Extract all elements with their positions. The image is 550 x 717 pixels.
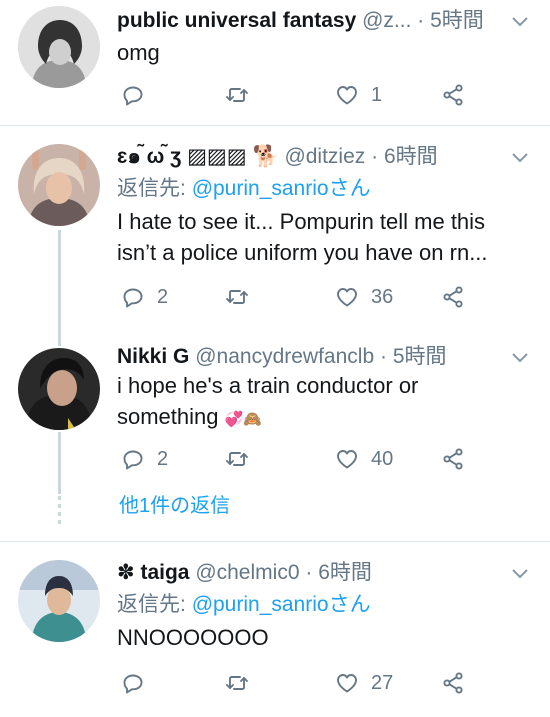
tweet-header: public universal fantasy @z... · 5時間 <box>117 6 500 36</box>
display-name[interactable]: ɛ๑ ̃ω ̃ʒ ▨▨▨ <box>117 145 247 168</box>
user-handle[interactable]: @ditziez <box>284 145 365 168</box>
separator: · <box>305 561 313 584</box>
action-bar: 27 <box>117 668 477 698</box>
share-icon <box>441 447 465 471</box>
reply-prefix: 返信先: <box>117 593 186 616</box>
avatar[interactable] <box>18 348 100 430</box>
user-handle[interactable]: @z... <box>362 9 411 32</box>
share-button[interactable] <box>441 282 465 312</box>
user-handle[interactable]: @chelmic0 <box>195 561 299 584</box>
like-icon <box>335 285 359 309</box>
retweet-button[interactable] <box>225 668 261 698</box>
timestamp[interactable]: 5時間 <box>393 345 447 368</box>
separator: · <box>417 9 425 32</box>
more-replies-link[interactable]: 他1件の返信 <box>119 492 230 520</box>
caret-down-icon[interactable] <box>512 566 528 582</box>
retweet-button[interactable] <box>225 444 261 474</box>
like-count: 27 <box>371 671 394 694</box>
name-flower: ✽ <box>117 561 135 584</box>
separator: · <box>371 145 379 168</box>
reply-count: 2 <box>157 447 169 470</box>
tweet-header: ɛ๑ ̃ω ̃ʒ ▨▨▨ 🐕 @ditziez · 6時間 <box>117 142 500 172</box>
separator: · <box>379 345 387 368</box>
caret-down-icon[interactable] <box>512 350 528 366</box>
like-count: 40 <box>371 447 394 470</box>
like-button[interactable]: 27 <box>335 668 393 698</box>
tweet-text: I hate to see it... Pompurin tell me thi… <box>117 209 488 265</box>
caret-down-icon[interactable] <box>512 14 528 30</box>
retweet-icon <box>225 285 249 309</box>
retweet-icon <box>225 83 249 107</box>
reply-context: 返信先: @purin_sanrioさん <box>117 590 371 620</box>
tweet-4[interactable]: ✽ taiga @chelmic0 · 6時間 返信先: @purin_sanr… <box>0 542 550 717</box>
timestamp[interactable]: 6時間 <box>318 561 372 584</box>
avatar[interactable] <box>18 6 100 88</box>
reply-icon <box>121 285 145 309</box>
avatar[interactable] <box>18 144 100 226</box>
reply-context: 返信先: @purin_sanrioさん <box>117 174 371 204</box>
thread-line <box>58 230 61 334</box>
thread-dots <box>58 496 61 524</box>
reply-button[interactable]: 2 <box>121 444 168 474</box>
timestamp[interactable]: 6時間 <box>384 145 438 168</box>
avatar-image <box>18 6 100 88</box>
reply-icon <box>121 83 145 107</box>
share-icon <box>441 671 465 695</box>
tweet-3[interactable]: Nikki G @nancydrewfanclb · 5時間 i hope he… <box>0 334 550 540</box>
avatar[interactable] <box>18 560 100 642</box>
action-bar: 2 40 <box>117 444 477 474</box>
tweet-text-body: i hope he's a train conductor or somethi… <box>117 373 419 429</box>
reply-button[interactable] <box>121 668 157 698</box>
action-bar: 2 36 <box>117 282 477 312</box>
tweet-text: i hope he's a train conductor or somethi… <box>117 370 510 435</box>
like-button[interactable]: 1 <box>335 80 382 110</box>
timestamp[interactable]: 5時間 <box>430 9 484 32</box>
share-button[interactable] <box>441 80 465 110</box>
action-bar: 1 <box>117 80 477 110</box>
tweet-emoji: 💞🙈 <box>224 411 262 428</box>
tweet-2[interactable]: ɛ๑ ̃ω ̃ʒ ▨▨▨ 🐕 @ditziez · 6時間 返信先: @puri… <box>0 126 550 334</box>
reply-button[interactable] <box>121 80 157 110</box>
avatar-image <box>18 560 100 642</box>
like-count: 36 <box>371 285 394 308</box>
reply-count: 2 <box>157 285 169 308</box>
share-button[interactable] <box>441 668 465 698</box>
tweet-header: ✽ taiga @chelmic0 · 6時間 <box>117 558 500 588</box>
tweet-text: NNOOOOOOO <box>117 625 269 650</box>
display-name[interactable]: Nikki G <box>117 345 189 368</box>
tweet-header: Nikki G @nancydrewfanclb · 5時間 <box>117 342 500 372</box>
like-icon <box>335 671 359 695</box>
avatar-image <box>18 348 100 430</box>
user-handle[interactable]: @nancydrewfanclb <box>195 345 374 368</box>
thread-line <box>58 432 61 494</box>
reply-prefix: 返信先: <box>117 177 186 200</box>
reply-button[interactable]: 2 <box>121 282 168 312</box>
retweet-icon <box>225 671 249 695</box>
avatar-image <box>18 144 100 226</box>
reply-to-link[interactable]: @purin_sanrioさん <box>192 177 371 200</box>
reply-icon <box>121 671 145 695</box>
like-button[interactable]: 40 <box>335 444 393 474</box>
like-icon <box>335 83 359 107</box>
display-name[interactable]: public universal fantasy <box>117 9 356 32</box>
reply-to-link[interactable]: @purin_sanrioさん <box>192 593 371 616</box>
tweet-1[interactable]: public universal fantasy @z... · 5時間 omg… <box>0 0 550 125</box>
display-name[interactable]: taiga <box>140 561 189 584</box>
share-icon <box>441 83 465 107</box>
like-button[interactable]: 36 <box>335 282 393 312</box>
dog-emoji: 🐕 <box>252 145 279 168</box>
caret-down-icon[interactable] <box>512 150 528 166</box>
tweet-text: omg <box>117 40 160 65</box>
share-button[interactable] <box>441 444 465 474</box>
retweet-button[interactable] <box>225 80 261 110</box>
reply-icon <box>121 447 145 471</box>
thread-line <box>58 334 61 346</box>
like-count: 1 <box>371 83 383 106</box>
retweet-icon <box>225 447 249 471</box>
retweet-button[interactable] <box>225 282 261 312</box>
share-icon <box>441 285 465 309</box>
like-icon <box>335 447 359 471</box>
